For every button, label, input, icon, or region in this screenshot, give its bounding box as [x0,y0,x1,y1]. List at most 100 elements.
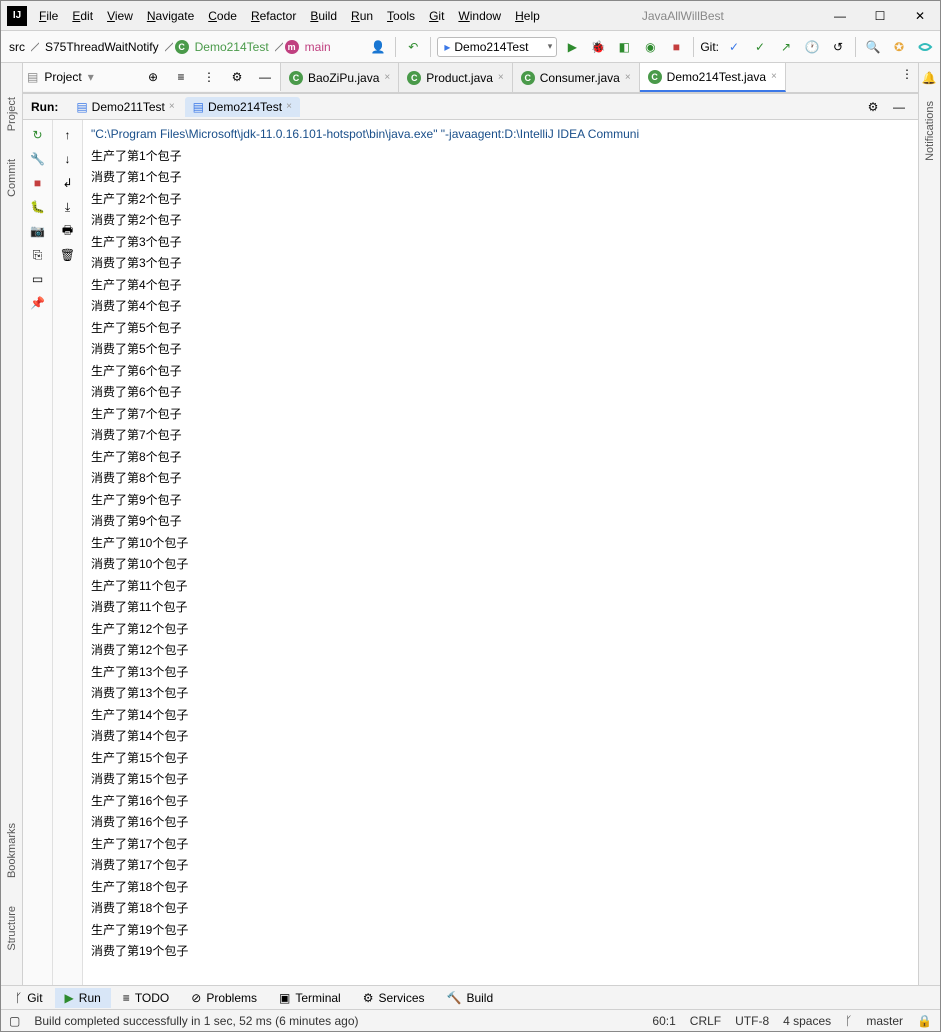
menu-file[interactable]: File [33,5,64,27]
project-tool-button[interactable]: Project [6,93,18,135]
bottom-tab-run[interactable]: ▶Run [55,988,111,1008]
status-square-icon[interactable]: ▢ [9,1014,20,1028]
close-icon[interactable]: × [625,72,631,83]
run-tab[interactable]: ▤Demo211Test× [68,97,182,117]
status-position[interactable]: 60:1 [652,1014,675,1028]
menu-code[interactable]: Code [202,5,243,27]
coverage-button[interactable]: ◧ [613,36,635,58]
dump-button[interactable]: 🐛 [27,196,49,218]
minimize-button[interactable]: — [820,1,860,31]
menu-navigate[interactable]: Navigate [141,5,200,27]
structure-tool-button[interactable]: Structure [6,902,18,955]
run-hide-icon[interactable]: — [888,96,910,118]
bottom-tool-tabs: ᚴGit▶Run≡TODO⊘Problems▣Terminal⚙Services… [1,985,940,1009]
editor-tab[interactable]: CBaoZiPu.java× [281,63,399,92]
more-icon[interactable]: ⋮ [896,63,918,85]
up-icon[interactable]: ↑ [57,124,79,146]
menu-git[interactable]: Git [423,5,450,27]
class-icon: C [289,71,303,85]
menu-window[interactable]: Window [452,5,507,27]
back-icon[interactable]: ↶ [402,36,424,58]
crumb-method[interactable]: main [301,38,335,56]
run-settings-button[interactable]: 🔧 [27,148,49,170]
close-icon[interactable]: × [498,72,504,83]
tab-label: Consumer.java [540,71,620,85]
git-update-icon[interactable]: ✓ [723,36,745,58]
search-icon[interactable]: 🔍 [862,36,884,58]
git-rollback-icon[interactable]: ↺ [827,36,849,58]
app-icon: IJ [7,6,27,26]
tab-label: Demo214Test.java [667,70,766,84]
bottom-tab-problems[interactable]: ⊘Problems [181,988,267,1008]
crumb-src[interactable]: src [5,38,29,56]
menu-edit[interactable]: Edit [66,5,99,27]
editor-tab[interactable]: CProduct.java× [399,63,513,92]
crumb-class[interactable]: Demo214Test [191,38,273,56]
menu-refactor[interactable]: Refactor [245,5,302,27]
status-branch[interactable]: master [866,1014,903,1028]
print-icon[interactable]: 🖶 [57,220,79,242]
git-commit-icon[interactable]: ✓ [749,36,771,58]
scroll-end-icon[interactable]: ⤓ [57,196,79,218]
run-config-selector[interactable]: ▸ Demo214Test [437,37,557,57]
bell-icon[interactable]: 🔔 [922,71,938,87]
bottom-tab-git[interactable]: ᚴGit [5,988,53,1008]
git-push-icon[interactable]: ↗ [775,36,797,58]
soft-wrap-icon[interactable]: ↲ [57,172,79,194]
bottom-tab-todo[interactable]: ≡TODO [113,988,179,1008]
bookmarks-tool-button[interactable]: Bookmarks [6,819,18,882]
run-settings-icon[interactable]: ⚙ [862,96,884,118]
target-icon[interactable]: ⊕ [142,66,164,88]
bottom-tab-build[interactable]: 🔨Build [437,988,504,1008]
run-tab[interactable]: ▤Demo214Test× [185,97,300,117]
exit-icon[interactable]: ⎘ [27,244,49,266]
expand-icon[interactable]: ≡ [170,66,192,88]
status-bar: ▢ Build completed successfully in 1 sec,… [1,1009,940,1031]
editor-tab[interactable]: CConsumer.java× [513,63,640,92]
run-tool-column-2: ↑ ↓ ↲ ⤓ 🖶 🗑 [53,120,83,985]
stop-run-button[interactable]: ■ [27,172,49,194]
close-icon[interactable]: × [286,101,292,112]
profile-button[interactable]: ◉ [639,36,661,58]
user-icon[interactable]: 👤 [367,36,389,58]
rerun-button[interactable]: ↻ [27,124,49,146]
layout-icon[interactable]: ▭ [27,268,49,290]
chevron-down-icon[interactable]: ▾ [88,70,94,84]
menu-run[interactable]: Run [345,5,379,27]
pin-icon[interactable]: 📌 [27,292,49,314]
maximize-button[interactable]: ☐ [860,1,900,31]
down-icon[interactable]: ↓ [57,148,79,170]
editor-tab[interactable]: CDemo214Test.java× [640,63,786,92]
run-button[interactable]: ▶ [561,36,583,58]
stop-button[interactable]: ■ [665,36,687,58]
menu-tools[interactable]: Tools [381,5,421,27]
ide-settings-icon[interactable]: ✪ [888,36,910,58]
hide-icon[interactable]: — [254,66,276,88]
close-icon[interactable]: × [384,72,390,83]
debug-button[interactable]: 🐞 [587,36,609,58]
commit-tool-button[interactable]: Commit [6,155,18,201]
clear-icon[interactable]: 🗑 [57,244,79,266]
close-icon[interactable]: × [169,101,175,112]
status-encoding[interactable]: UTF-8 [735,1014,769,1028]
git-history-icon[interactable]: 🕐 [801,36,823,58]
menu-view[interactable]: View [101,5,139,27]
lock-icon[interactable]: 🔒 [917,1014,932,1028]
console-output[interactable]: "C:\Program Files\Microsoft\jdk-11.0.16.… [83,120,918,985]
status-line-sep[interactable]: CRLF [690,1014,721,1028]
breadcrumb: src S75ThreadWaitNotify C Demo214Test m … [5,38,335,56]
close-button[interactable]: ✕ [900,1,940,31]
plugin-icon[interactable] [914,36,936,58]
status-indent[interactable]: 4 spaces [783,1014,831,1028]
divider-icon[interactable]: ⋮ [198,66,220,88]
menu-build[interactable]: Build [304,5,343,27]
bottom-tab-terminal[interactable]: ▣Terminal [269,988,351,1008]
left-tool-strip: Project Commit Bookmarks Structure [1,63,23,985]
crumb-package[interactable]: S75ThreadWaitNotify [41,38,163,56]
camera-icon[interactable]: 📷 [27,220,49,242]
notifications-button[interactable]: Notifications [924,97,936,165]
bottom-tab-services[interactable]: ⚙Services [353,988,435,1008]
menu-help[interactable]: Help [509,5,546,27]
gear-icon[interactable]: ⚙ [226,66,248,88]
close-icon[interactable]: × [771,71,777,82]
